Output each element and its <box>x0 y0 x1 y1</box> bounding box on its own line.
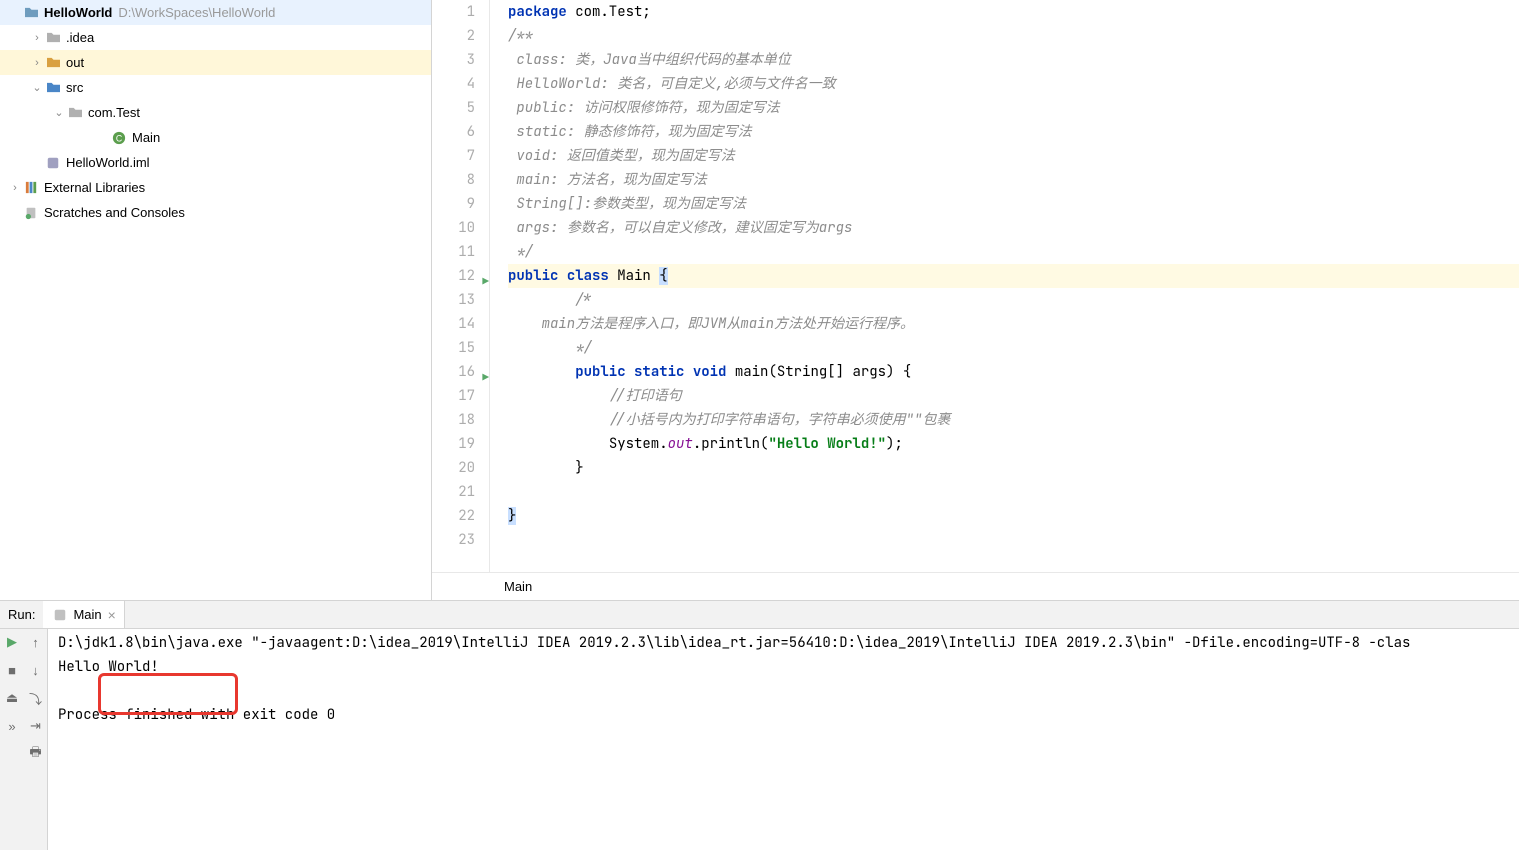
tree-label: .idea <box>66 30 94 45</box>
class-icon: C <box>110 129 128 147</box>
close-icon[interactable]: × <box>108 607 116 623</box>
console-output[interactable]: D:\jdk1.8\bin\java.exe "-javaagent:D:\id… <box>48 629 1519 850</box>
print-button[interactable]: 🖶 <box>27 745 45 763</box>
stop-button[interactable]: ■ <box>3 661 21 679</box>
line-number-gutter[interactable]: 123456789101112▶13141516▶17181920212223 <box>432 0 490 572</box>
console-output-line: Hello World! <box>58 655 1509 679</box>
console-command-line: D:\jdk1.8\bin\java.exe "-javaagent:D:\id… <box>58 631 1509 655</box>
code-content[interactable]: package com.Test;/** class: 类，Java当中组织代码… <box>490 0 1519 572</box>
tree-label: Scratches and Consoles <box>44 205 185 220</box>
tree-node-main-class[interactable]: C Main <box>0 125 431 150</box>
svg-text:C: C <box>116 133 122 143</box>
run-tab-main[interactable]: Main × <box>43 601 124 628</box>
tree-node-out[interactable]: › out <box>0 50 431 75</box>
run-gutter-icon[interactable]: ▶ <box>482 270 489 294</box>
run-panel: Run: Main × ▶ ■ ⏏ » ↑ ↓ ⤵ ⇥ 🖶 D:\jd <box>0 600 1519 850</box>
project-name: HelloWorld <box>44 5 112 20</box>
package-icon <box>66 104 84 122</box>
module-icon <box>44 154 62 172</box>
tree-node-src[interactable]: ⌄ src <box>0 75 431 100</box>
project-tree[interactable]: HelloWorld D:\WorkSpaces\HelloWorld › .i… <box>0 0 432 600</box>
run-toolbar-secondary: ↑ ↓ ⤵ ⇥ 🖶 <box>24 629 48 850</box>
tree-node-project-root[interactable]: HelloWorld D:\WorkSpaces\HelloWorld <box>0 0 431 25</box>
folder-icon <box>22 4 40 22</box>
library-icon <box>22 179 40 197</box>
chevron-down-icon: ⌄ <box>30 81 44 94</box>
rerun-button[interactable]: ▶ <box>3 633 21 651</box>
tree-label: out <box>66 55 84 70</box>
breadcrumb-item: Main <box>504 579 532 594</box>
tree-node-iml[interactable]: HelloWorld.iml <box>0 150 431 175</box>
breadcrumb[interactable]: Main <box>432 572 1519 600</box>
tree-label: com.Test <box>88 105 140 120</box>
tree-label: src <box>66 80 83 95</box>
chevron-right-icon: › <box>30 32 44 44</box>
scroll-to-end-button[interactable]: ⇥ <box>27 717 45 735</box>
tree-label: Main <box>132 130 160 145</box>
chevron-right-icon: › <box>30 57 44 69</box>
folder-icon <box>44 54 62 72</box>
run-gutter-icon[interactable]: ▶ <box>482 366 489 390</box>
chevron-down-icon: ⌄ <box>52 106 66 119</box>
down-button[interactable]: ↓ <box>27 661 45 679</box>
run-panel-title: Run: <box>0 607 43 622</box>
exit-button[interactable]: ⏏ <box>3 689 21 707</box>
project-path: D:\WorkSpaces\HelloWorld <box>118 5 275 20</box>
run-tab-label: Main <box>73 607 101 622</box>
folder-icon <box>44 29 62 47</box>
up-button[interactable]: ↑ <box>27 633 45 651</box>
console-exit-line: Process finished with exit code 0 <box>58 703 1509 727</box>
tree-node-scratches[interactable]: Scratches and Consoles <box>0 200 431 225</box>
chevron-right-icon: › <box>8 182 22 194</box>
tree-node-external-libraries[interactable]: › External Libraries <box>0 175 431 200</box>
run-toolbar-primary: ▶ ■ ⏏ » <box>0 629 24 850</box>
scratches-icon <box>22 204 40 222</box>
code-editor[interactable]: 123456789101112▶13141516▶17181920212223 … <box>432 0 1519 600</box>
run-panel-header: Run: Main × <box>0 601 1519 629</box>
more-button[interactable]: » <box>3 717 21 735</box>
tree-node-idea[interactable]: › .idea <box>0 25 431 50</box>
app-icon <box>51 606 69 624</box>
soft-wrap-button[interactable]: ⤵ <box>27 689 45 707</box>
folder-icon <box>44 79 62 97</box>
tree-label: External Libraries <box>44 180 145 195</box>
tree-label: HelloWorld.iml <box>66 155 150 170</box>
tree-node-package[interactable]: ⌄ com.Test <box>0 100 431 125</box>
